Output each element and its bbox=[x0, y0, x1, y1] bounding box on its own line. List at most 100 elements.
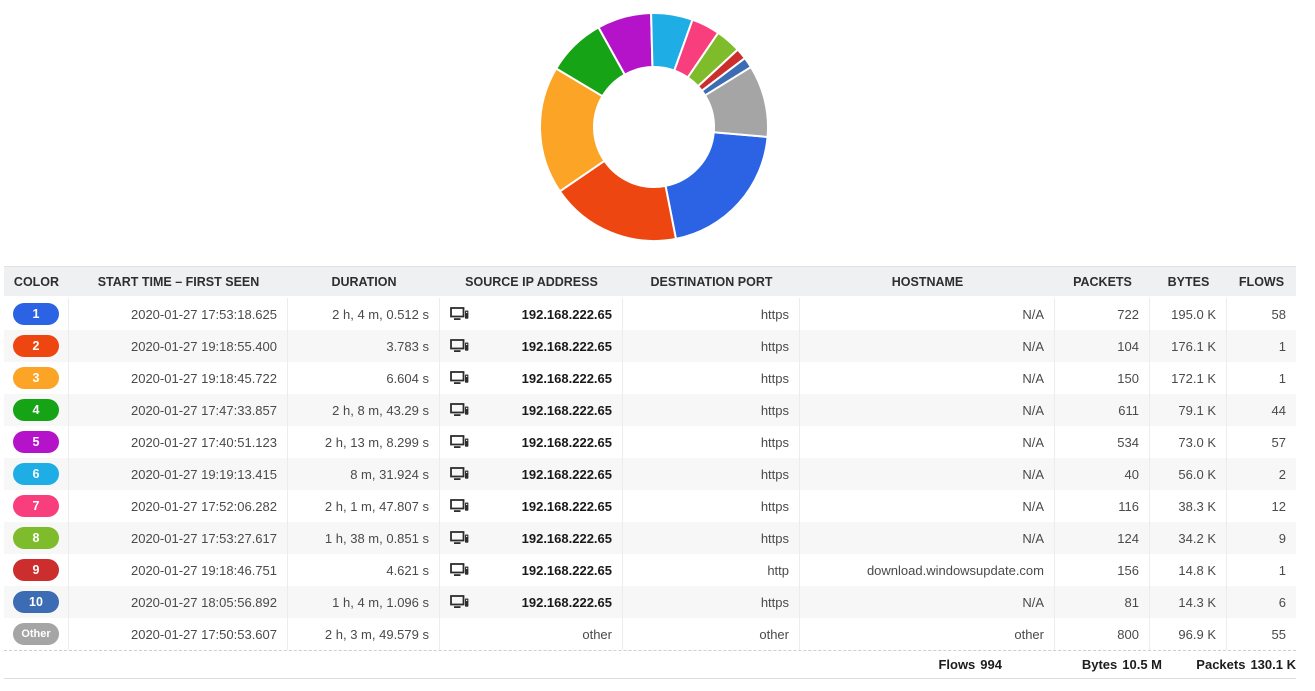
hostname-cell: N/A bbox=[800, 362, 1055, 394]
packets-cell: 611 bbox=[1055, 394, 1150, 426]
hostname-cell: N/A bbox=[800, 586, 1055, 618]
host-device-icon bbox=[450, 467, 469, 482]
column-header-start: START TIME – FIRST SEEN bbox=[69, 267, 288, 296]
hostname-cell: N/A bbox=[800, 426, 1055, 458]
footer-packets-label: Packets bbox=[1196, 657, 1245, 672]
rank-badge: Other bbox=[13, 623, 59, 645]
bytes-cell: 34.2 K bbox=[1150, 522, 1227, 554]
flows-cell: 6 bbox=[1227, 586, 1296, 618]
packets-cell: 534 bbox=[1055, 426, 1150, 458]
table-row: 7 2020-01-27 17:52:06.282 2 h, 1 m, 47.8… bbox=[4, 490, 1296, 522]
host-device-icon bbox=[450, 435, 469, 450]
source-ip: 192.168.222.65 bbox=[522, 595, 612, 610]
footer-bytes-total: Bytes 10.5 M bbox=[1002, 657, 1162, 672]
hostname-cell: N/A bbox=[800, 490, 1055, 522]
destination-port-cell: http bbox=[623, 554, 800, 586]
flows-cell: 2 bbox=[1227, 458, 1296, 490]
source-ip-cell: 192.168.222.65 bbox=[440, 586, 623, 618]
bytes-cell: 38.3 K bbox=[1150, 490, 1227, 522]
host-device-icon bbox=[450, 339, 469, 354]
top-flows-donut-chart bbox=[539, 12, 769, 242]
destination-port-cell: https bbox=[623, 522, 800, 554]
packets-cell: 800 bbox=[1055, 618, 1150, 650]
table-row: 3 2020-01-27 19:18:45.722 6.604 s 192.16… bbox=[4, 362, 1296, 394]
column-header-color: COLOR bbox=[4, 267, 69, 296]
source-ip-cell: 192.168.222.65 bbox=[440, 522, 623, 554]
duration-cell: 2 h, 1 m, 47.807 s bbox=[288, 490, 440, 522]
color-cell: Other bbox=[4, 618, 69, 650]
duration-cell: 2 h, 8 m, 43.29 s bbox=[288, 394, 440, 426]
source-ip-cell: 192.168.222.65 bbox=[440, 458, 623, 490]
hostname-cell: other bbox=[800, 618, 1055, 650]
flows-cell: 44 bbox=[1227, 394, 1296, 426]
destination-port-cell: https bbox=[623, 330, 800, 362]
source-ip-cell: 192.168.222.65 bbox=[440, 298, 623, 330]
start-time-cell: 2020-01-27 17:50:53.607 bbox=[69, 618, 288, 650]
table-header-row: COLORSTART TIME – FIRST SEENDURATIONSOUR… bbox=[4, 266, 1296, 296]
source-ip: 192.168.222.65 bbox=[522, 339, 612, 354]
footer-bytes-value: 10.5 M bbox=[1122, 657, 1162, 672]
rank-badge: 6 bbox=[13, 463, 59, 485]
flows-cell: 1 bbox=[1227, 362, 1296, 394]
host-device-icon bbox=[450, 371, 469, 386]
duration-cell: 2 h, 4 m, 0.512 s bbox=[288, 298, 440, 330]
rank-badge: 5 bbox=[13, 431, 59, 453]
source-ip: 192.168.222.65 bbox=[522, 499, 612, 514]
source-ip-cell: 192.168.222.65 bbox=[440, 426, 623, 458]
color-cell: 2 bbox=[4, 330, 69, 362]
start-time-cell: 2020-01-27 17:52:06.282 bbox=[69, 490, 288, 522]
source-ip: 192.168.222.65 bbox=[522, 563, 612, 578]
bytes-cell: 14.8 K bbox=[1150, 554, 1227, 586]
bytes-cell: 195.0 K bbox=[1150, 298, 1227, 330]
column-header-packets: PACKETS bbox=[1055, 267, 1150, 296]
flows-cell: 57 bbox=[1227, 426, 1296, 458]
start-time-cell: 2020-01-27 17:53:18.625 bbox=[69, 298, 288, 330]
table-row: 4 2020-01-27 17:47:33.857 2 h, 8 m, 43.2… bbox=[4, 394, 1296, 426]
table-row: 2 2020-01-27 19:18:55.400 3.783 s 192.16… bbox=[4, 330, 1296, 362]
destination-port-cell: https bbox=[623, 394, 800, 426]
color-cell: 3 bbox=[4, 362, 69, 394]
column-header-bytes: BYTES bbox=[1150, 267, 1227, 296]
start-time-cell: 2020-01-27 19:18:46.751 bbox=[69, 554, 288, 586]
footer-packets-value: 130.1 K bbox=[1250, 657, 1296, 672]
table-row: 6 2020-01-27 19:19:13.415 8 m, 31.924 s … bbox=[4, 458, 1296, 490]
color-cell: 1 bbox=[4, 298, 69, 330]
table-footer-row: Flows 994 Bytes 10.5 M Packets 130.1 K bbox=[4, 650, 1296, 679]
host-device-icon bbox=[450, 531, 469, 546]
start-time-cell: 2020-01-27 19:19:13.415 bbox=[69, 458, 288, 490]
bytes-cell: 56.0 K bbox=[1150, 458, 1227, 490]
column-header-hostname: HOSTNAME bbox=[800, 267, 1055, 296]
duration-cell: 8 m, 31.924 s bbox=[288, 458, 440, 490]
bytes-cell: 96.9 K bbox=[1150, 618, 1227, 650]
donut-slice-1[interactable] bbox=[666, 132, 768, 239]
color-cell: 4 bbox=[4, 394, 69, 426]
source-ip-cell: 192.168.222.65 bbox=[440, 330, 623, 362]
footer-bytes-label: Bytes bbox=[1082, 657, 1117, 672]
source-ip-cell: other bbox=[440, 618, 623, 650]
flows-cell: 12 bbox=[1227, 490, 1296, 522]
bytes-cell: 172.1 K bbox=[1150, 362, 1227, 394]
color-cell: 5 bbox=[4, 426, 69, 458]
hostname-cell: N/A bbox=[800, 522, 1055, 554]
footer-flows-label: Flows bbox=[938, 657, 975, 672]
packets-cell: 150 bbox=[1055, 362, 1150, 394]
destination-port-cell: https bbox=[623, 490, 800, 522]
destination-port-cell: other bbox=[623, 618, 800, 650]
source-ip: 192.168.222.65 bbox=[522, 435, 612, 450]
rank-badge: 1 bbox=[13, 303, 59, 325]
flows-cell: 58 bbox=[1227, 298, 1296, 330]
table-row: 5 2020-01-27 17:40:51.123 2 h, 13 m, 8.2… bbox=[4, 426, 1296, 458]
packets-cell: 81 bbox=[1055, 586, 1150, 618]
source-ip: 192.168.222.65 bbox=[522, 403, 612, 418]
table-row: 8 2020-01-27 17:53:27.617 1 h, 38 m, 0.8… bbox=[4, 522, 1296, 554]
flows-cell: 55 bbox=[1227, 618, 1296, 650]
duration-cell: 1 h, 4 m, 1.096 s bbox=[288, 586, 440, 618]
duration-cell: 4.621 s bbox=[288, 554, 440, 586]
footer-flows-total: Flows 994 bbox=[4, 657, 1002, 672]
footer-flows-value: 994 bbox=[980, 657, 1002, 672]
rank-badge: 4 bbox=[13, 399, 59, 421]
duration-cell: 1 h, 38 m, 0.851 s bbox=[288, 522, 440, 554]
color-cell: 8 bbox=[4, 522, 69, 554]
start-time-cell: 2020-01-27 17:40:51.123 bbox=[69, 426, 288, 458]
table-row: 9 2020-01-27 19:18:46.751 4.621 s 192.16… bbox=[4, 554, 1296, 586]
